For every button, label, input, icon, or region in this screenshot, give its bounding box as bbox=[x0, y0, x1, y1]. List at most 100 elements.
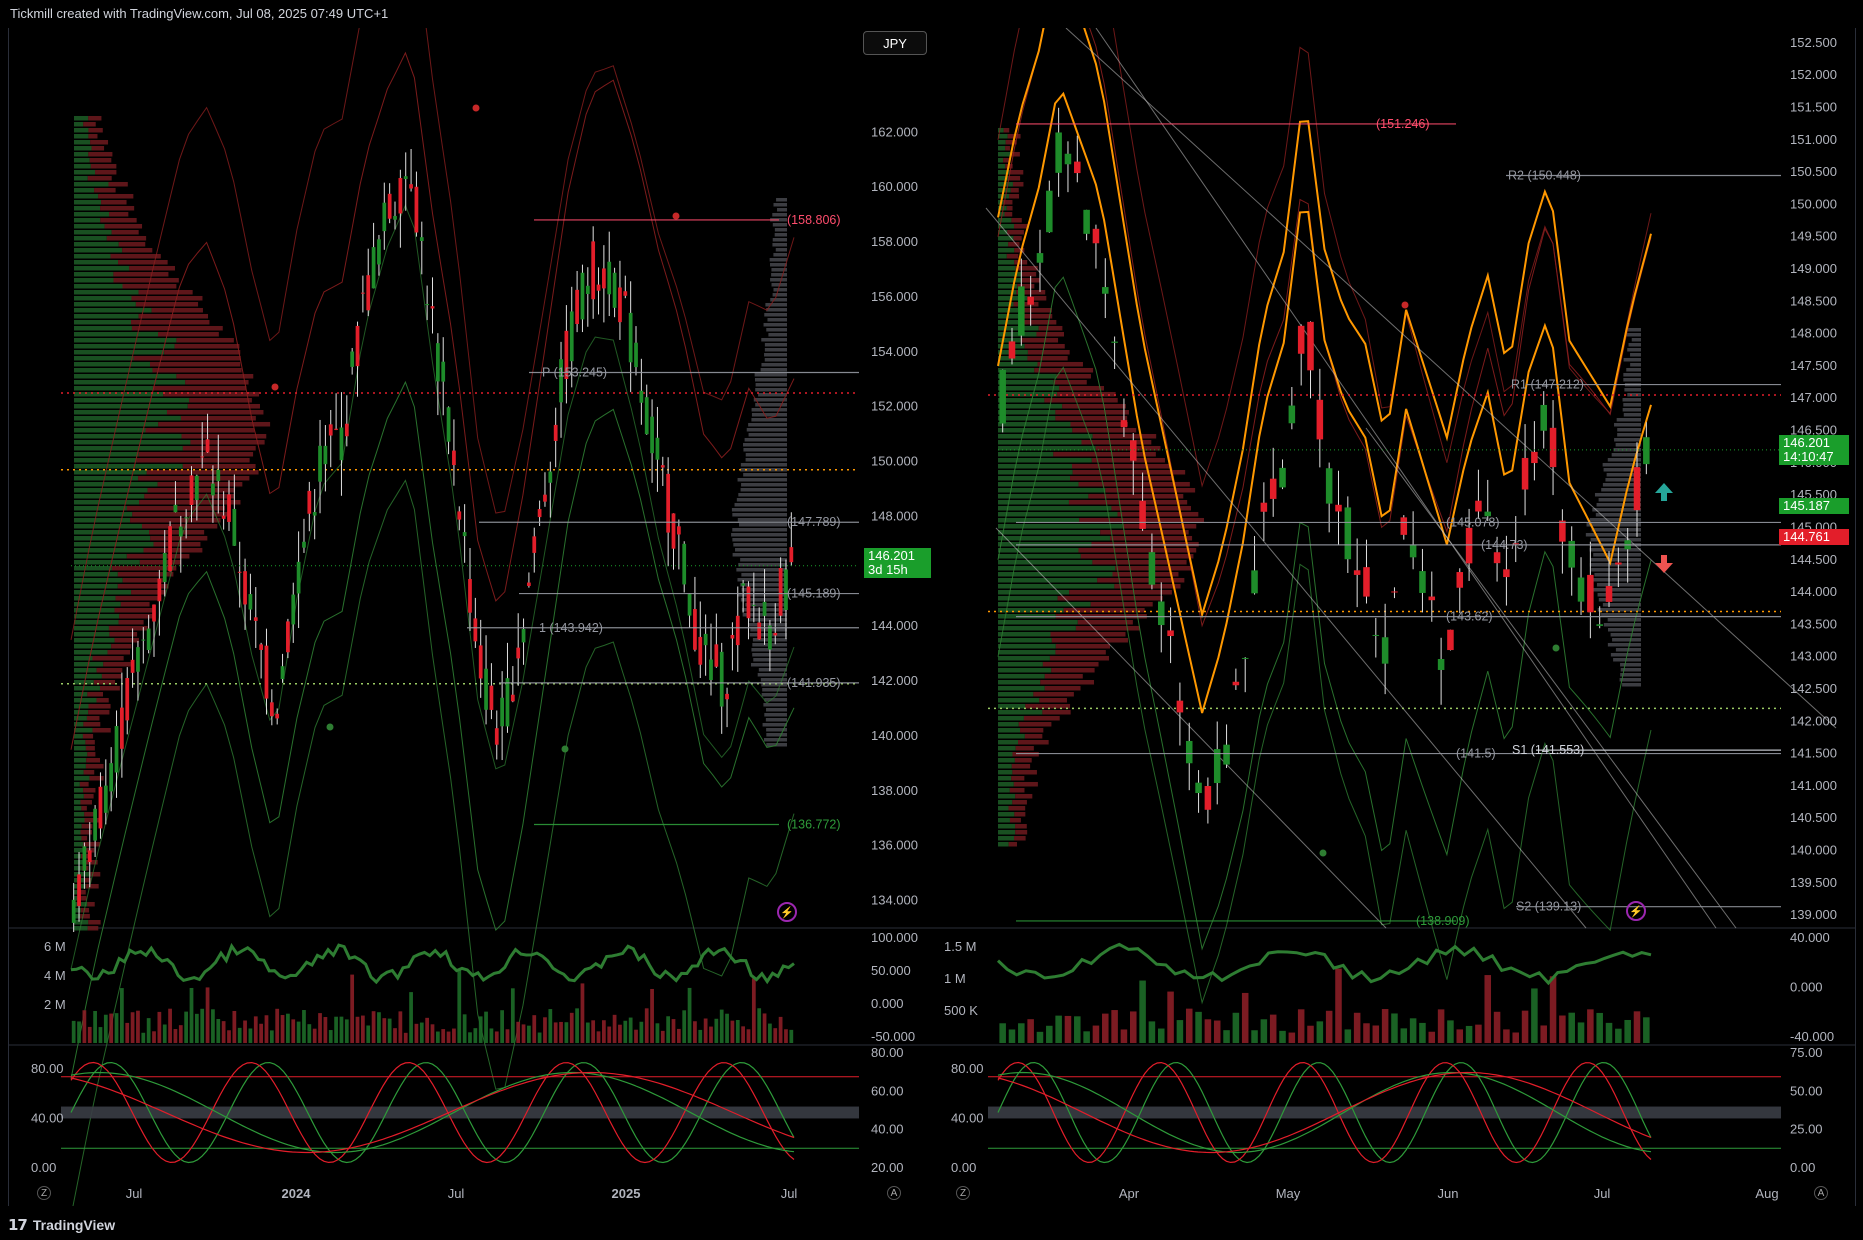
signal-dot-marker bbox=[1319, 849, 1327, 857]
session-profile-bar bbox=[761, 338, 787, 342]
candle-body bbox=[671, 513, 676, 549]
volume-bar bbox=[1260, 1019, 1268, 1043]
volume-profile-bar bbox=[1056, 374, 1091, 379]
volume-bar bbox=[194, 1013, 199, 1043]
zoom-reset-icon[interactable]: Z bbox=[956, 1186, 970, 1200]
volume-profile-bar bbox=[74, 548, 144, 553]
price-axis-label: 143.000 bbox=[1790, 649, 1837, 664]
left-chart-pane[interactable]: 134.000 136.000 138.000 140.000 142.000 144.0… bbox=[8, 28, 937, 1206]
left-price-countdown: 3d 15h bbox=[868, 562, 908, 577]
volume-profile-bar bbox=[180, 416, 256, 421]
price-axis-label: 149.000 bbox=[1790, 261, 1837, 276]
tradingview-logo-icon: 𝟭𝟳 bbox=[8, 1217, 28, 1234]
volume-profile-bar bbox=[146, 470, 259, 475]
trend-channel-line bbox=[1365, 427, 1737, 929]
session-profile-bar bbox=[1590, 558, 1641, 562]
candle-body bbox=[221, 515, 226, 519]
volume-bar bbox=[168, 1008, 172, 1043]
left-chart-canvas[interactable]: 134.000 136.000 138.000 140.000 142.000 144.0… bbox=[9, 28, 936, 1206]
session-profile-bar bbox=[757, 673, 787, 677]
volume-bar bbox=[527, 1025, 531, 1043]
session-profile-bar bbox=[1631, 338, 1641, 342]
session-profile-bar bbox=[743, 448, 787, 452]
candle-body bbox=[569, 311, 574, 362]
volume-profile-bar bbox=[1014, 836, 1026, 841]
volume-profile-bar bbox=[998, 536, 1110, 541]
candle-body bbox=[1008, 341, 1016, 359]
volume-profile-bar bbox=[166, 410, 264, 415]
volume-bar bbox=[109, 1013, 114, 1043]
right-chart-pane[interactable]: 139.000 139.500 140.000 140.500 141.000 141.5… bbox=[936, 28, 1856, 1206]
stoch-left-axis-label: 40.00 bbox=[951, 1111, 984, 1126]
volume-profile-bar bbox=[74, 584, 118, 589]
volume-profile-bar bbox=[89, 158, 112, 163]
volume-profile-bar bbox=[998, 374, 1057, 379]
volume-profile-bar bbox=[1057, 596, 1163, 601]
volume-profile-bar bbox=[998, 656, 1050, 661]
volume-profile-bar bbox=[109, 212, 129, 217]
volume-bar bbox=[671, 1019, 676, 1043]
session-profile-bar bbox=[732, 538, 787, 542]
candle-body bbox=[157, 578, 162, 602]
candle-body bbox=[1400, 517, 1408, 535]
candle-body bbox=[1064, 153, 1072, 165]
session-profile-bar bbox=[1622, 683, 1641, 687]
volume-profile-bar bbox=[1070, 476, 1174, 481]
session-profile-bar bbox=[1619, 678, 1641, 682]
candle-body bbox=[328, 424, 333, 436]
volume-profile-bar bbox=[1062, 404, 1126, 409]
volume-profile-bar bbox=[1036, 332, 1065, 337]
candle-body bbox=[87, 850, 92, 863]
price-axis-label: 147.000 bbox=[1790, 390, 1837, 405]
auto-scale-icon[interactable]: A bbox=[887, 1186, 901, 1200]
volume-profile-bar bbox=[1053, 380, 1087, 385]
candle-body bbox=[735, 615, 740, 646]
volume-profile-bar bbox=[74, 254, 111, 259]
volume-bar bbox=[93, 1010, 97, 1043]
volume-bar bbox=[1223, 1030, 1230, 1043]
auto-scale-icon[interactable]: A bbox=[1814, 1186, 1828, 1200]
session-profile-bar bbox=[763, 738, 787, 742]
volume-profile-bar bbox=[998, 668, 1052, 673]
volume-profile-bar bbox=[74, 734, 83, 739]
volume-profile-bar bbox=[998, 140, 1006, 145]
volume-profile-bar bbox=[74, 428, 146, 433]
volume-bar bbox=[1344, 1029, 1352, 1043]
volume-profile-bar bbox=[1020, 728, 1044, 733]
volume-profile-bar bbox=[86, 716, 100, 721]
volume-bar bbox=[103, 1014, 108, 1043]
volume-profile-bar bbox=[176, 374, 254, 379]
volume-bar bbox=[200, 1008, 205, 1043]
volume-bar bbox=[216, 1019, 221, 1043]
stoch-left-axis-label: 0.00 bbox=[951, 1160, 976, 1175]
volume-bar bbox=[655, 1023, 660, 1043]
lightning-alert-icon[interactable]: ⚡ bbox=[1626, 901, 1646, 921]
candle-body bbox=[1092, 228, 1100, 244]
session-profile-bar bbox=[1614, 423, 1641, 427]
candle-body bbox=[382, 202, 387, 232]
volume-bar bbox=[618, 1024, 622, 1043]
trend-channel-line bbox=[995, 527, 1387, 929]
zoom-reset-icon[interactable]: Z bbox=[37, 1186, 51, 1200]
volume-bar bbox=[98, 1027, 103, 1043]
candle-body bbox=[789, 547, 794, 563]
candle-body bbox=[1176, 700, 1184, 713]
volume-oscillator-axis-label: 0.000 bbox=[871, 996, 904, 1011]
volume-profile-bar bbox=[1012, 800, 1027, 805]
volume-bar bbox=[1577, 1022, 1585, 1043]
candle-body bbox=[1307, 321, 1314, 371]
price-axis-label: 147.500 bbox=[1790, 358, 1837, 373]
right-chart-canvas[interactable]: 139.000 139.500 140.000 140.500 141.000 141.5… bbox=[936, 28, 1855, 1206]
lightning-alert-icon[interactable]: ⚡ bbox=[777, 902, 797, 922]
volume-profile-bar bbox=[998, 560, 1093, 565]
currency-badge[interactable]: JPY bbox=[863, 31, 927, 55]
session-profile-bar bbox=[769, 258, 787, 262]
session-profile-bar bbox=[1596, 583, 1641, 587]
volume-profile-bar bbox=[115, 596, 162, 601]
price-axis-label: 150.000 bbox=[871, 454, 918, 469]
session-profile-bar bbox=[1626, 333, 1641, 337]
volume-profile-bar bbox=[88, 128, 103, 133]
candle-body bbox=[580, 272, 585, 320]
volume-bar bbox=[1036, 1031, 1044, 1043]
session-profile-bar bbox=[772, 293, 787, 297]
